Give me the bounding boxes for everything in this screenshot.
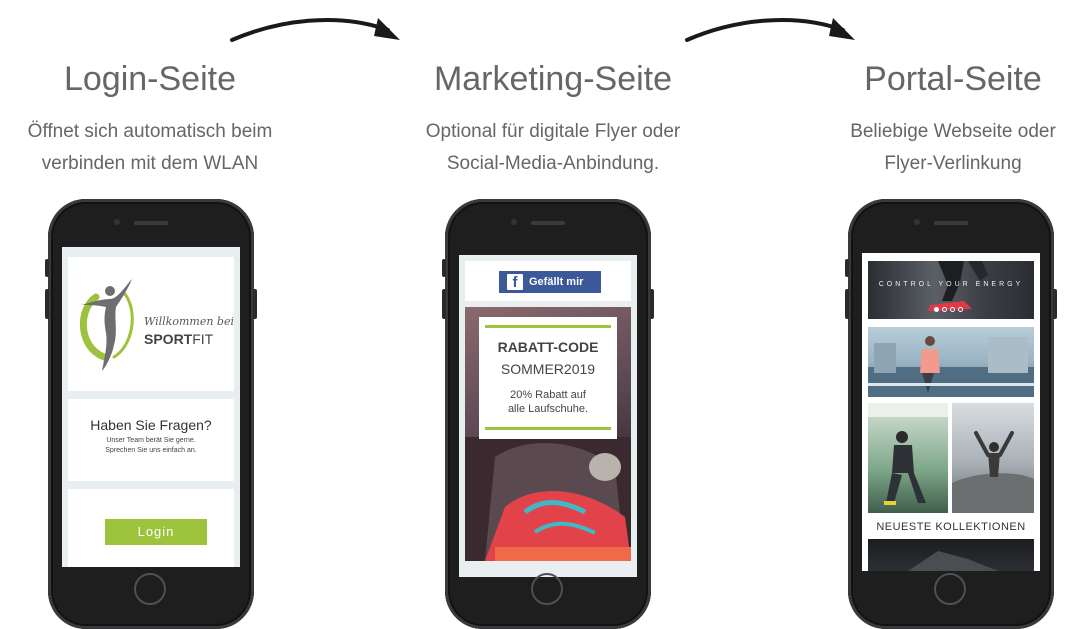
login-screen: Willkommen bei SPORTFIT Haben Sie Fragen… [62,247,240,567]
newest-collections-label[interactable]: NEUESTE KOLLEKTIONEN [868,517,1034,537]
phone-portal: CONTROL YOUR ENERGY NEUESTE KOLLEKTIONEN [845,199,1057,629]
login-page-description-line: verbinden mit dem WLAN [41,153,259,174]
training-photo [868,403,948,505]
portal-page-description-line: Flyer-Verlinkung [884,153,1022,174]
phone-camera [511,219,517,225]
faq-title: Haben Sie Fragen? [90,417,212,433]
phone-side-button [442,289,446,319]
promo-text-line: alle Laufschuhe. [507,403,589,415]
flow-arrow-2 [685,17,855,42]
phone-speaker [531,221,565,225]
outdoor-photo [952,431,1034,513]
city-runner-photo [868,336,1034,397]
login-page-description-line: Öffnet sich automatisch beim [27,121,273,142]
marketing-page-description-line: Optional für digitale Flyer oder [425,121,681,142]
marketing-page-title: Marketing-Seite [433,60,673,98]
runner-city-image[interactable] [868,327,1034,397]
facebook-like-button[interactable]: f Gefällt mir [499,271,601,293]
collection-photo [908,551,998,571]
phone-side-button [45,259,49,277]
promo-divider [485,427,611,430]
phone-home-button [934,573,966,605]
phone-camera [114,219,120,225]
sportfit-logo-icon [80,279,134,371]
phone-side-button [650,289,654,319]
phone-side-button [45,289,49,319]
carousel-dot[interactable] [950,307,955,312]
login-page-description: Öffnet sich automatisch beim verbinden m… [0,116,300,180]
banner-image[interactable]: CONTROL YOUR ENERGY [868,261,1034,319]
portal-page-description: Beliebige Webseite oder Flyer-Verlinkung [828,116,1078,180]
faq-line: Sprechen Sie uns einfach an. [105,447,197,454]
phone-side-button [845,289,849,319]
phone-camera [914,219,920,225]
carousel-dots[interactable] [934,307,970,313]
login-page-title: Login-Seite [63,60,236,98]
phone-home-button [134,573,166,605]
carousel-dot-active[interactable] [934,307,939,312]
welcome-text: Willkommen bei [144,315,234,328]
marketing-page-description: Optional für digitale Flyer oder Social-… [403,116,703,180]
promo-title: RABATT-CODE [497,339,599,355]
banner-caption: CONTROL YOUR ENERGY [878,281,1024,288]
promo-code: SOMMER2019 [500,361,596,377]
phone-side-button [253,289,257,319]
facebook-like-label: Gefällt mir [529,276,584,288]
marketing-screen: f Gefällt mir RABATT-CODE SOMMER2019 20%… [459,255,637,577]
phone-login: Willkommen bei SPORTFIT Haben Sie Fragen… [45,199,257,629]
brand-name: SPORTFIT [144,331,213,347]
portal-page-title: Portal-Seite [864,60,1042,98]
faq-card: Haben Sie Fragen? Unser Team berät Sie g… [68,399,234,481]
faq-line: Unser Team berät Sie gerne. [106,437,196,444]
carousel-dot[interactable] [958,307,963,312]
logo-card: Willkommen bei SPORTFIT [68,257,234,391]
collection-image[interactable] [868,539,1034,571]
login-card: Login [68,489,234,567]
phone-marketing: f Gefällt mir RABATT-CODE SOMMER2019 20%… [442,199,654,629]
facebook-icon: f [507,274,523,291]
promo-photo: RABATT-CODE SOMMER2019 20% Rabatt auf al… [465,307,631,561]
phone-speaker [134,221,168,225]
promo-divider [485,325,611,328]
marketing-page-description-line: Social-Media-Anbindung. [446,153,660,174]
facebook-bar: f Gefällt mir [465,261,631,301]
outdoor-image[interactable] [952,403,1034,513]
promo-text-line: 20% Rabatt auf [510,389,586,401]
phone-side-button [845,259,849,277]
portal-screen: CONTROL YOUR ENERGY NEUESTE KOLLEKTIONEN [862,253,1040,571]
phone-speaker [934,221,968,225]
portal-page-description-line: Beliebige Webseite oder [850,121,1056,142]
phone-side-button [442,259,446,277]
phone-home-button [531,573,563,605]
login-button[interactable]: Login [105,519,207,545]
brand-name-light: FIT [192,331,214,347]
promo-box: RABATT-CODE SOMMER2019 20% Rabatt auf al… [479,317,617,439]
phone-side-button [1053,289,1057,319]
flow-arrow-1 [230,17,400,42]
training-image[interactable] [868,403,948,513]
brand-name-bold: SPORT [144,331,193,347]
carousel-dot[interactable] [942,307,947,312]
